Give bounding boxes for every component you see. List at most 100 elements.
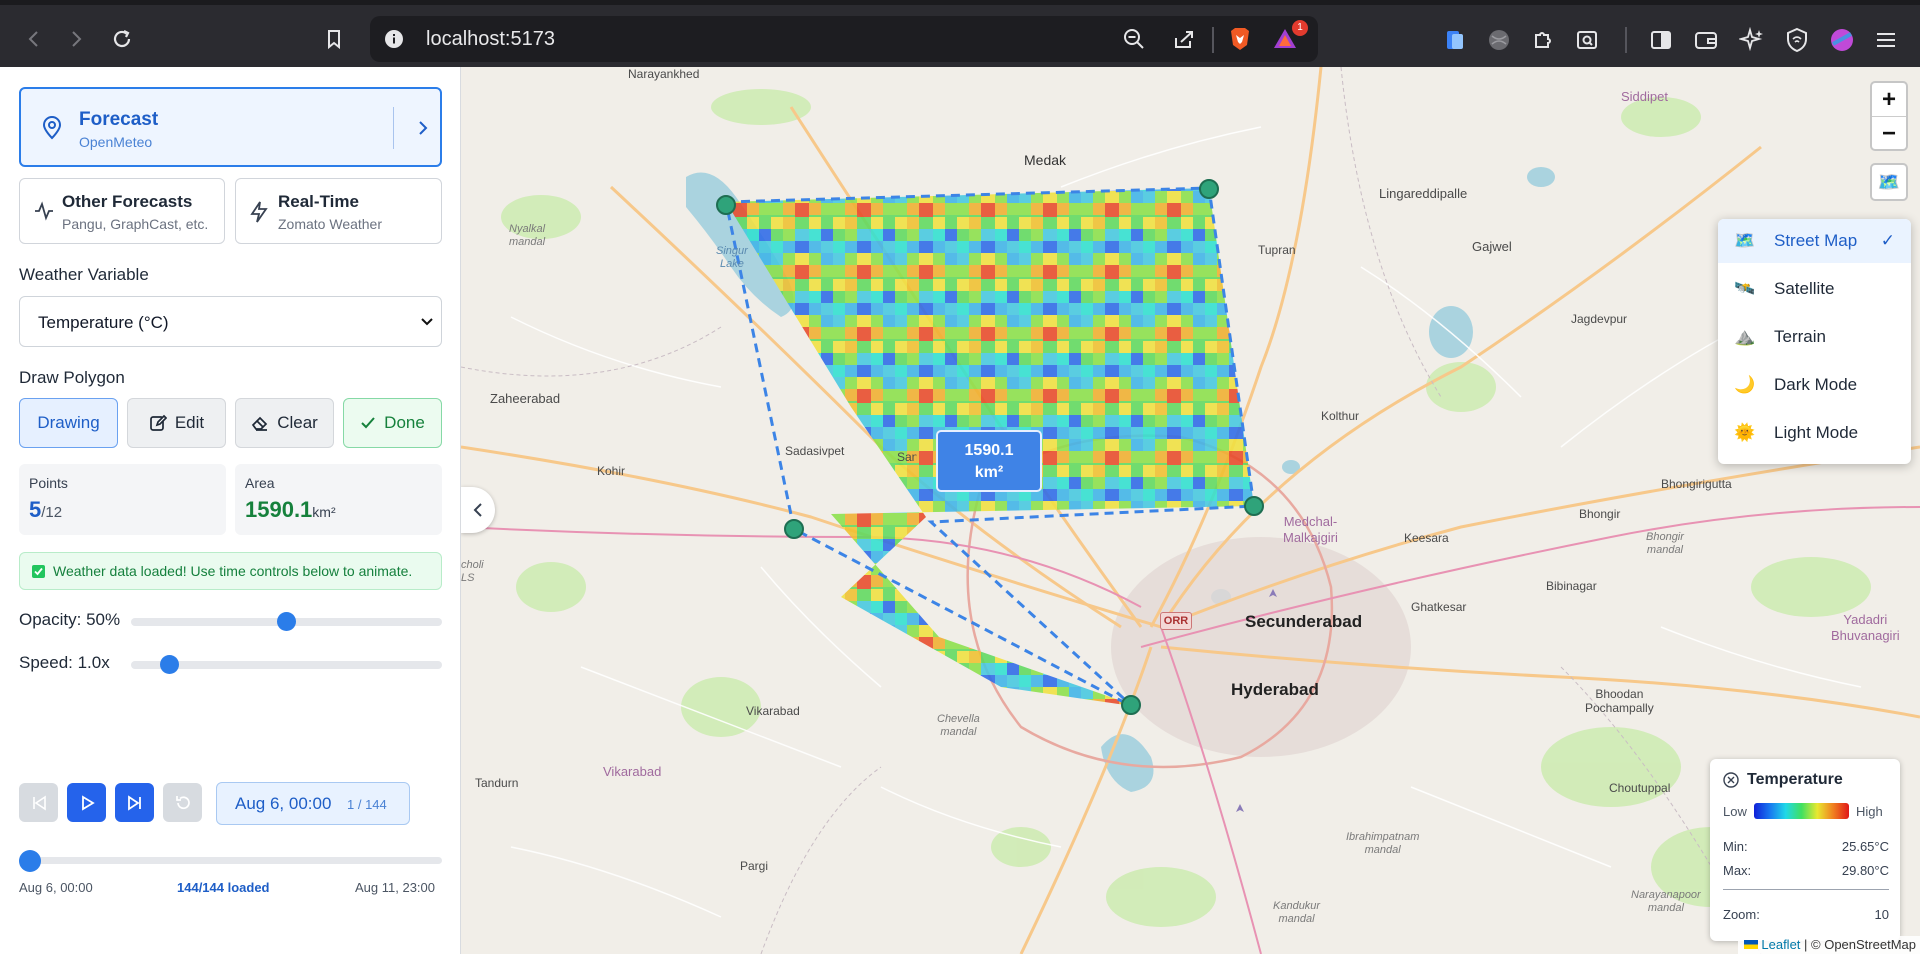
url-text: localhost:5173 bbox=[426, 28, 555, 50]
layer-option-dark-mode[interactable]: 🌙 Dark Mode bbox=[1718, 363, 1911, 407]
forecast-subtitle: OpenMeteo bbox=[79, 134, 153, 150]
reload-button[interactable] bbox=[106, 23, 138, 55]
speed-slider[interactable] bbox=[131, 655, 442, 674]
place-label: Hyderabad bbox=[1231, 680, 1319, 699]
legend-low-label: Low bbox=[1723, 804, 1747, 819]
chevron-right-icon[interactable] bbox=[415, 119, 431, 137]
zoom-out-button[interactable]: − bbox=[1872, 117, 1906, 151]
place-label: Kandukur mandal bbox=[1273, 900, 1321, 925]
bookmark-button[interactable] bbox=[318, 23, 350, 55]
ukraine-flag-icon bbox=[1744, 940, 1759, 949]
done-button-label: Done bbox=[384, 413, 425, 432]
legend-zoom-value: 10 bbox=[1874, 907, 1889, 922]
terrain-icon: ⛰️ bbox=[1734, 327, 1756, 346]
layer-option-street-map[interactable]: 🗺️ Street Map ✓ bbox=[1718, 219, 1911, 263]
drawing-button-label: Drawing bbox=[37, 413, 100, 432]
area-stat: Area 1590.1km² bbox=[235, 464, 442, 535]
edit-pencil-icon bbox=[149, 414, 167, 431]
place-label: Yadadri Bhuvanagiri bbox=[1831, 612, 1900, 643]
layers-button[interactable]: 🗺️ bbox=[1870, 163, 1908, 201]
drawing-button[interactable]: Drawing bbox=[19, 398, 118, 448]
wallet-icon[interactable] bbox=[1693, 28, 1719, 52]
legend-min-row: Min: 25.65°C bbox=[1723, 839, 1889, 854]
place-label: Chevella mandal bbox=[937, 713, 980, 738]
address-bar[interactable]: localhost:5173 1 bbox=[370, 16, 1318, 62]
forward-button[interactable] bbox=[60, 23, 92, 55]
place-label: Secunderabad bbox=[1245, 612, 1363, 631]
timeline-slider-thumb[interactable] bbox=[19, 850, 41, 872]
done-button[interactable]: Done bbox=[343, 398, 442, 448]
other-forecasts-card[interactable]: Other Forecasts Pangu, GraphCast, etc. bbox=[19, 178, 225, 244]
place-label: Kohir bbox=[597, 464, 626, 478]
zoom-out-icon[interactable] bbox=[1122, 27, 1146, 51]
layer-option-terrain[interactable]: ⛰️ Terrain bbox=[1718, 315, 1911, 359]
polygon-area-badge: 1590.1 km² bbox=[936, 430, 1042, 492]
opacity-slider[interactable] bbox=[131, 612, 442, 631]
screenshot-search-icon[interactable] bbox=[1575, 28, 1599, 52]
bookmark-icon bbox=[328, 30, 340, 50]
clear-button[interactable]: Clear bbox=[235, 398, 334, 448]
zoom-in-button[interactable]: + bbox=[1872, 83, 1906, 117]
forecast-source-card[interactable]: Forecast OpenMeteo bbox=[19, 87, 442, 167]
place-label: Keesara bbox=[1404, 531, 1449, 545]
eraser-icon bbox=[252, 416, 268, 431]
profile-avatar-icon[interactable] bbox=[1830, 28, 1854, 52]
points-stat: Points 5/12 bbox=[19, 464, 226, 535]
skip-start-icon bbox=[32, 795, 46, 810]
timeline-start: Aug 6, 00:00 bbox=[19, 880, 93, 895]
weather-heatmap-overlay bbox=[716, 179, 1264, 715]
place-label: Bhoodan Pochampally bbox=[1585, 687, 1654, 715]
polygon-area-unit: km² bbox=[974, 464, 1004, 481]
place-label: Choutuppal bbox=[1609, 781, 1671, 795]
sidebar-toggle-icon[interactable] bbox=[1649, 28, 1673, 52]
wallet-extension-icon[interactable] bbox=[1443, 28, 1467, 52]
map-layers-icon: 🗺️ bbox=[1877, 171, 1901, 192]
place-label: Bhongir bbox=[1579, 507, 1621, 521]
place-label: Bhongir mandal bbox=[1646, 531, 1684, 556]
leo-ai-icon[interactable] bbox=[1739, 27, 1765, 53]
points-value: 5 bbox=[29, 497, 42, 522]
place-label: Medchal- Malkajgiri bbox=[1283, 514, 1338, 545]
status-notice-text: Weather data loaded! Use time controls b… bbox=[53, 563, 413, 579]
leaflet-link[interactable]: Leaflet bbox=[1761, 937, 1800, 952]
opacity-slider-thumb[interactable] bbox=[277, 612, 296, 631]
place-label: Pargi bbox=[740, 859, 769, 873]
vpn-shield-icon[interactable] bbox=[1785, 27, 1809, 53]
timeline-slider[interactable] bbox=[19, 850, 442, 872]
notification-badge: 1 bbox=[1292, 20, 1308, 36]
browser-toolbar: localhost:5173 1 bbox=[0, 0, 1920, 67]
place-label: Vikarabad bbox=[603, 764, 662, 779]
play-button[interactable] bbox=[67, 783, 106, 822]
brave-shield-icon[interactable] bbox=[1228, 26, 1252, 52]
map-pin-icon bbox=[42, 116, 62, 140]
area-value: 1590.1 bbox=[245, 497, 313, 522]
layer-option-light-mode[interactable]: 🌞 Light Mode bbox=[1718, 411, 1911, 455]
reset-button[interactable] bbox=[163, 783, 202, 822]
reload-icon bbox=[113, 30, 131, 48]
area-label: Area bbox=[245, 475, 275, 491]
place-label: Singur Lake bbox=[716, 245, 748, 270]
menu-hamburger-icon[interactable] bbox=[1874, 28, 1898, 52]
legend-min-value: 25.65°C bbox=[1841, 839, 1889, 854]
skip-end-button[interactable] bbox=[115, 783, 154, 822]
map-view[interactable]: Narayankhed Medak Siddipet Lingareddipal… bbox=[461, 67, 1920, 954]
points-label: Points bbox=[29, 475, 68, 491]
place-label: Tandurn bbox=[475, 776, 519, 790]
sidebar-panel: Forecast OpenMeteo Other Forecasts Pangu… bbox=[0, 67, 461, 954]
moon-icon: 🌙 bbox=[1734, 375, 1756, 394]
layer-option-satellite[interactable]: 🛰️ Satellite bbox=[1718, 267, 1911, 311]
timeline-loaded: 144/144 loaded bbox=[177, 880, 270, 895]
extension-globe-icon[interactable] bbox=[1487, 28, 1511, 52]
skip-start-button[interactable] bbox=[19, 783, 58, 822]
temperature-legend: Temperature Low High Min: 25.65°C Max: 29.… bbox=[1710, 759, 1900, 941]
extensions-puzzle-icon[interactable] bbox=[1531, 28, 1555, 52]
real-time-subtitle: Zomato Weather bbox=[278, 216, 383, 232]
weather-variable-select[interactable]: Temperature (°C) bbox=[19, 296, 442, 347]
legend-zoom-row: Zoom: 10 bbox=[1723, 907, 1889, 922]
back-button[interactable] bbox=[18, 23, 50, 55]
edit-button[interactable]: Edit bbox=[127, 398, 226, 448]
speed-slider-thumb[interactable] bbox=[160, 655, 180, 674]
real-time-card[interactable]: Real-Time Zomato Weather bbox=[235, 178, 442, 244]
site-info-icon bbox=[385, 30, 403, 48]
share-icon[interactable] bbox=[1172, 27, 1196, 51]
